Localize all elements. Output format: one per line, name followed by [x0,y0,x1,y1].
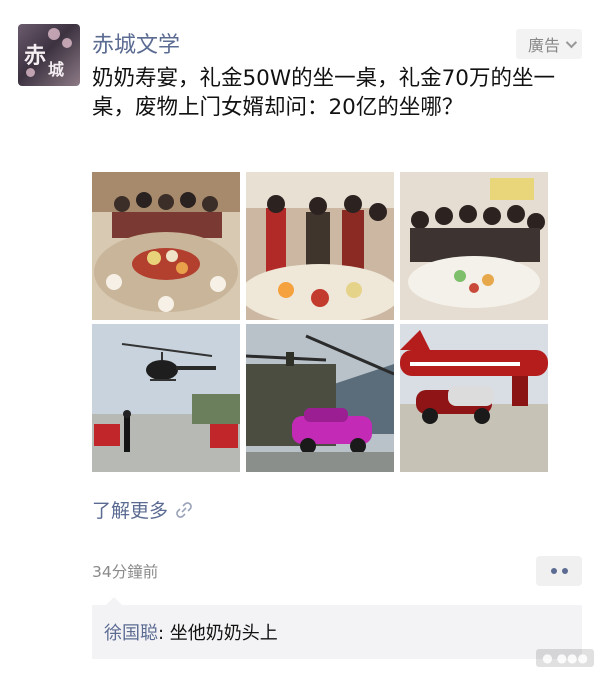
post-timestamp: 34分鐘前 [92,563,159,581]
read-more-link[interactable]: 了解更多 [92,496,194,523]
dot-icon [550,568,557,574]
blossom-decoration [62,38,72,48]
helicopter-cars-photo-icon [92,324,240,472]
more-options-button[interactable] [536,556,582,586]
link-icon [176,501,192,518]
comment-author[interactable]: 徐国聪 [104,623,158,644]
grid-image-chinook[interactable] [246,324,394,472]
post-text: 奶奶寿宴，礼金50W的坐一桌，礼金70万的坐一桌，废物上门女婿却问：20亿的坐哪… [92,66,555,120]
chinook-sportscar-photo-icon [246,324,394,472]
grid-image-jet[interactable] [400,324,548,472]
grid-image-banquet-group[interactable] [400,172,548,320]
comment-item[interactable]: 徐国聪: 坐他奶奶头上 [104,619,278,645]
chevron-down-icon [565,36,578,49]
dot-icon [561,568,568,574]
account-name[interactable]: 赤城文学 [92,27,180,59]
blossom-decoration [48,28,60,40]
banquet-photo-icon [92,172,240,320]
image-grid [92,172,548,472]
grid-image-banquet[interactable] [92,172,240,320]
jet-bugatti-photo-icon [400,324,548,472]
ad-tag-button[interactable]: 廣告 [515,29,582,59]
account-avatar[interactable]: 赤 城 [18,24,80,86]
watermark: ● ●●● [536,649,594,667]
read-more-label: 了解更多 [92,500,169,522]
banquet-group-photo-icon [400,172,548,320]
banquet-toast-photo-icon [246,172,394,320]
avatar-logo-text: 城 [48,60,65,79]
comment-section: 徐国聪: 坐他奶奶头上 [92,597,582,659]
grid-image-banquet-toast[interactable] [246,172,394,320]
comment-text: 坐他奶奶头上 [169,623,278,644]
ad-label: 廣告 [527,36,560,55]
grid-image-helicopter[interactable] [92,324,240,472]
comment-separator: : [158,623,170,644]
avatar-logo-text: 赤 [24,43,47,69]
